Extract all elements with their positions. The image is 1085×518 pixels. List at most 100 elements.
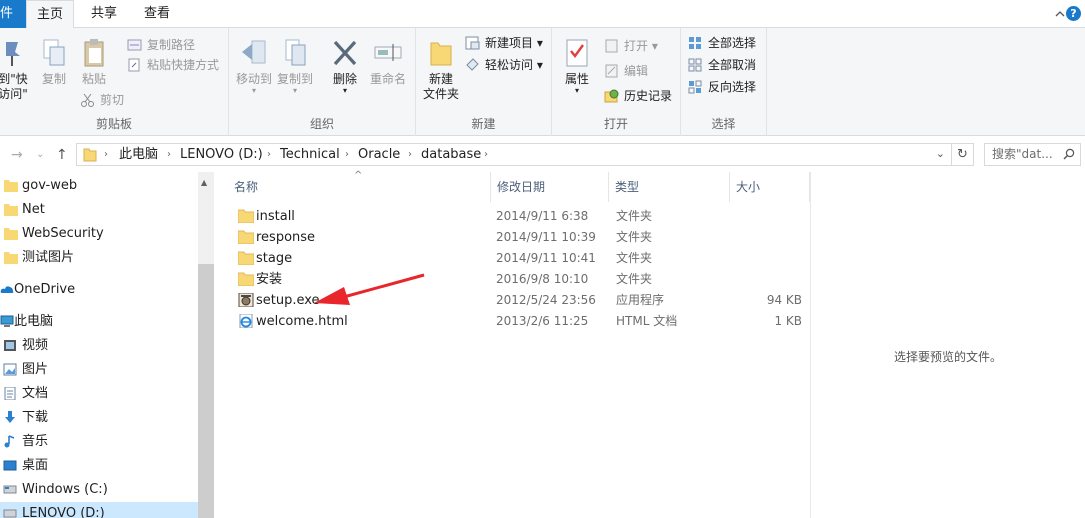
navigation-bar: → ⌄ ↑ › 此电脑 › LENOVO (D:) › Technical › … [0, 137, 1085, 172]
open-button[interactable]: 打开 ▾ [604, 36, 658, 56]
select-none-button[interactable]: 全部取消 [688, 55, 756, 75]
breadcrumb-separator[interactable]: › [167, 144, 171, 165]
invert-selection-icon [688, 80, 702, 94]
tab-share[interactable]: 共享 [80, 0, 128, 28]
easy-access-label: 轻松访问 [485, 58, 534, 72]
nav-item-desktop[interactable]: 桌面 [0, 454, 198, 478]
select-all-button[interactable]: 全部选择 [688, 33, 756, 53]
history-button[interactable]: 历史记录 [604, 86, 672, 106]
column-header-type[interactable]: 类型 [609, 172, 730, 202]
tab-home[interactable]: 主页 [26, 0, 74, 29]
properties-button[interactable]: 属性 ▾ [560, 38, 594, 95]
paste-shortcut-button[interactable]: 粘贴快捷方式 [127, 55, 219, 75]
help-icon[interactable]: ? [1066, 6, 1081, 21]
back-arrow-icon[interactable]: → [11, 147, 23, 163]
organize-group-label: 组织 [309, 117, 334, 131]
nav-item-label: gov-web [22, 178, 78, 193]
address-dropdown-chevron-icon[interactable]: ⌄ [936, 147, 945, 160]
nav-item-net[interactable]: Net [0, 198, 198, 222]
copy-path-button[interactable]: 复制路径 [127, 35, 195, 55]
refresh-icon[interactable]: ↻ [951, 144, 973, 165]
file-size [735, 269, 802, 290]
open-label: 打开 [624, 39, 649, 53]
invert-selection-label: 反向选择 [708, 80, 757, 94]
delete-button[interactable]: 删除 ▾ [328, 38, 362, 95]
breadcrumb-separator[interactable]: › [267, 144, 271, 165]
breadcrumb-separator[interactable]: › [484, 144, 488, 165]
nav-item-documents[interactable]: 文档 [0, 382, 198, 406]
file-date: 2013/2/6 11:25 [496, 314, 589, 328]
organize-group: 移动到 ▾ 复制到 ▾ 删除 ▾ 重命名 组织 [229, 28, 416, 136]
edit-icon [605, 64, 618, 78]
edit-label: 编辑 [624, 64, 649, 78]
copy-to-button[interactable]: 复制到 ▾ [276, 38, 314, 95]
desktop-icon [3, 460, 17, 471]
move-to-button[interactable]: 移动到 ▾ [235, 38, 273, 95]
nav-item-label: 测试图片 [22, 250, 75, 265]
nav-item-pictures[interactable]: 图片 [0, 358, 198, 382]
copy-button[interactable]: 复制 [38, 38, 70, 87]
breadcrumb-separator[interactable]: › [408, 144, 412, 165]
nav-item-lenovo-d[interactable]: LENOVO (D:) [0, 502, 198, 518]
nav-item-gov-web[interactable]: gov-web [0, 174, 198, 198]
chevron-up-icon[interactable] [1055, 9, 1065, 19]
nav-item-music[interactable]: 音乐 [0, 430, 198, 454]
nav-item-onedrive[interactable]: OneDrive [0, 278, 198, 302]
scrollbar-thumb[interactable] [198, 264, 214, 518]
search-input[interactable]: 搜索"dat... [984, 143, 1081, 166]
nav-item-test-images[interactable]: 测试图片 [0, 246, 198, 270]
up-arrow-icon[interactable]: ↑ [56, 147, 68, 163]
nav-item-this-pc[interactable]: 此电脑 [0, 310, 198, 334]
ie-html-icon [239, 314, 253, 328]
breadcrumb-this-pc[interactable]: 此电脑 [119, 144, 158, 165]
breadcrumb-separator[interactable]: › [345, 144, 349, 165]
new-folder-button[interactable]: 新建 文件夹 [421, 38, 461, 102]
file-size: 94 KB [766, 293, 802, 307]
nav-item-label: LENOVO (D:) [22, 506, 105, 518]
edit-button[interactable]: 编辑 [604, 61, 648, 81]
tab-file[interactable]: 件 [0, 0, 26, 28]
rename-label: 重命名 [369, 72, 406, 86]
file-row-response[interactable]: response 2014/9/11 10:39 文件夹 [232, 227, 810, 248]
move-to-label: 移动到 [235, 72, 272, 86]
easy-access-button[interactable]: 轻松访问 ▾ [465, 55, 543, 75]
recent-locations-chevron-icon[interactable]: ⌄ [36, 149, 44, 160]
paste-button[interactable]: 粘贴 [78, 38, 110, 87]
nav-item-websecurity[interactable]: WebSecurity [0, 222, 198, 246]
pin-label-line2: 访问" [0, 87, 28, 101]
nav-item-label: Net [22, 202, 45, 217]
rename-icon [374, 44, 402, 61]
preview-pane: 选择要预览的文件。 [810, 172, 1085, 518]
file-type: HTML 文档 [616, 314, 678, 328]
history-label: 历史记录 [624, 89, 673, 103]
address-bar[interactable]: › 此电脑 › LENOVO (D:) › Technical › Oracle… [76, 143, 974, 166]
invert-selection-button[interactable]: 反向选择 [688, 77, 756, 97]
breadcrumb-lenovo-d[interactable]: LENOVO (D:) [180, 144, 263, 165]
pin-quick-access-button[interactable]: 到"快 访问" [0, 38, 30, 102]
new-item-label: 新建项目 [485, 36, 534, 50]
nav-item-videos[interactable]: 视频 [0, 334, 198, 358]
tab-view[interactable]: 查看 [133, 0, 181, 28]
file-size: 1 KB [774, 314, 802, 328]
column-header-size[interactable]: 大小 [730, 172, 810, 202]
clipboard-icon [84, 39, 104, 67]
video-icon [4, 340, 16, 351]
new-item-button[interactable]: 新建项目 ▾ [465, 33, 543, 53]
cut-button[interactable]: 剪切 [80, 90, 124, 110]
sort-ascending-icon: ^ [354, 170, 363, 181]
rename-button[interactable]: 重命名 [368, 38, 408, 87]
breadcrumb-database[interactable]: database [421, 144, 481, 165]
new-folder-label-line2: 文件夹 [422, 87, 459, 101]
scroll-up-arrow-icon[interactable]: ▲ [201, 178, 207, 187]
file-row-install[interactable]: install 2014/9/11 6:38 文件夹 [232, 206, 810, 227]
column-header-date[interactable]: 修改日期 [491, 172, 609, 202]
copy-to-icon [285, 39, 306, 66]
nav-pane-scrollbar[interactable]: ▲ [198, 172, 214, 518]
exe-icon [238, 293, 254, 307]
breadcrumb-technical[interactable]: Technical [280, 144, 340, 165]
delete-icon [333, 40, 357, 66]
breadcrumb-oracle[interactable]: Oracle [358, 144, 400, 165]
breadcrumb-separator[interactable]: › [104, 144, 108, 165]
nav-item-windows-c[interactable]: Windows (C:) [0, 478, 198, 502]
nav-item-downloads[interactable]: 下载 [0, 406, 198, 430]
